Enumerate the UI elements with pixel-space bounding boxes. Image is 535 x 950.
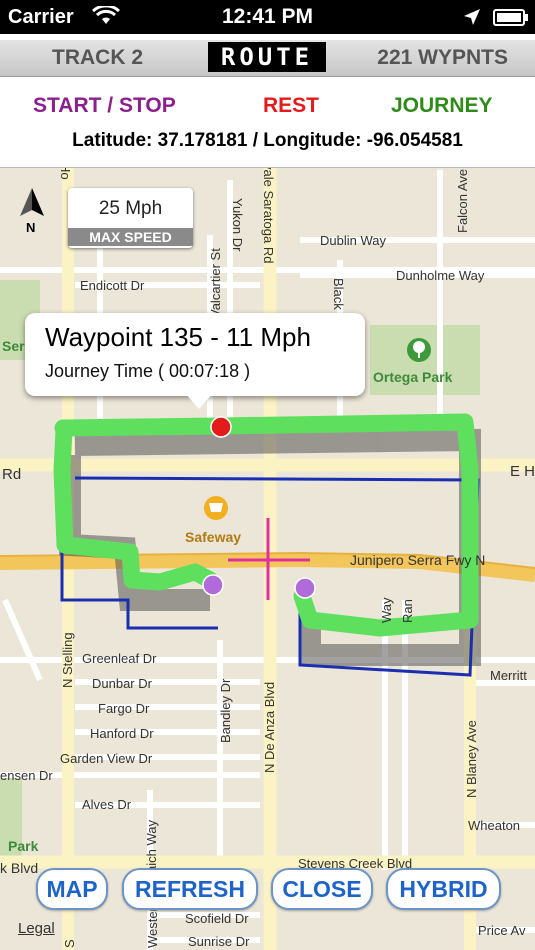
refresh-button[interactable]: REFRESH <box>122 868 258 910</box>
legend-journey: JOURNEY <box>391 94 493 117</box>
max-speed-panel: 25 Mph MAX SPEED <box>68 188 193 248</box>
street-label: Dunbar Dr <box>92 676 152 691</box>
street-label: Falcon Ave <box>455 168 470 233</box>
street-label: k Blvd <box>0 860 39 876</box>
map-view[interactable]: Dublin Way Dunholme Way Endicott Dr Gree… <box>0 168 535 950</box>
status-time: 12:41 PM <box>221 5 314 28</box>
compass-north-icon: N <box>20 188 44 235</box>
coordinates-readout: Latitude: 37.178181 / Longitude: -96.054… <box>72 130 463 151</box>
status-bar: Carrier 12:41 PM <box>0 0 535 34</box>
street-label: Ho <box>58 168 73 180</box>
street-label: Junipero Serra Fwy N <box>350 552 486 568</box>
compass-label: N <box>26 220 35 235</box>
place-label-ortega-park: Ortega Park <box>373 369 453 385</box>
street-label: Alves Dr <box>82 797 132 812</box>
battery-icon <box>493 9 528 26</box>
hybrid-button[interactable]: HYBRID <box>386 868 501 910</box>
street-label: Greenleaf Dr <box>82 651 157 666</box>
street-label: Dunholme Way <box>396 268 485 283</box>
stop-marker <box>294 577 316 599</box>
rest-marker <box>210 416 232 438</box>
street-label: Dublin Way <box>320 233 386 248</box>
route-header: TRACK 2 ROUTE 221 WYPNTS START / STOP RE… <box>0 34 535 168</box>
journey-time: Journey Time ( 00:07:18 ) <box>45 361 251 381</box>
street-label: Black <box>331 278 346 310</box>
max-speed-caption: MAX SPEED <box>68 228 193 246</box>
street-label: vale Saratoga Rd <box>261 168 276 264</box>
street-label: ensen Dr <box>0 768 53 783</box>
street-label: Wheaton <box>468 818 521 833</box>
street-label: Ran <box>400 599 415 623</box>
location-arrow-icon <box>464 9 480 25</box>
street-label: N Blaney Ave <box>464 720 479 798</box>
place-label-park: Park <box>8 838 39 854</box>
street-label: Hanford Dr <box>90 726 154 741</box>
street-label: S <box>62 939 77 948</box>
callout-pointer <box>185 393 213 409</box>
street-label: Endicott Dr <box>80 278 145 293</box>
start-marker <box>202 574 224 596</box>
street-label: Fargo Dr <box>98 701 150 716</box>
street-label: Valcartier St <box>208 248 223 318</box>
legend-start-stop: START / STOP <box>33 94 176 117</box>
waypoint-title: Waypoint 135 - 11 Mph <box>45 322 311 352</box>
max-speed-value: 25 Mph <box>98 198 163 219</box>
place-label-safeway: Safeway <box>185 529 242 545</box>
street-label: N Stelling <box>60 632 75 688</box>
street-label: E Ho <box>510 463 535 480</box>
title-bar: TRACK 2 ROUTE 221 WYPNTS <box>0 40 535 77</box>
street-label: Yukon Dr <box>230 198 245 252</box>
waypoint-count: 221 WYPNTS <box>377 46 508 69</box>
street-label: Merritt <box>490 668 527 683</box>
mode-display: ROUTE <box>208 42 326 72</box>
close-button[interactable]: CLOSE <box>271 868 373 910</box>
legal-link[interactable]: Legal <box>18 920 55 937</box>
street-label: Sunrise Dr <box>188 934 250 949</box>
street-label: N De Anza Blvd <box>262 681 277 773</box>
place-label-park: Ser <box>2 338 25 354</box>
street-label: Rd <box>2 466 22 483</box>
map-button[interactable]: MAP <box>36 868 108 910</box>
track-label: TRACK 2 <box>52 46 144 69</box>
street-label: Scofield Dr <box>185 911 249 926</box>
legend-rest: REST <box>263 94 320 117</box>
street-label: aich Way <box>144 820 159 873</box>
street-label: Way <box>379 597 394 623</box>
street-label: Bandley Dr <box>218 678 233 743</box>
street-label: Garden View Dr <box>60 751 153 766</box>
waypoint-callout[interactable]: Waypoint 135 - 11 Mph Journey Time ( 00:… <box>25 313 365 409</box>
street-label: Price Av <box>478 923 526 938</box>
